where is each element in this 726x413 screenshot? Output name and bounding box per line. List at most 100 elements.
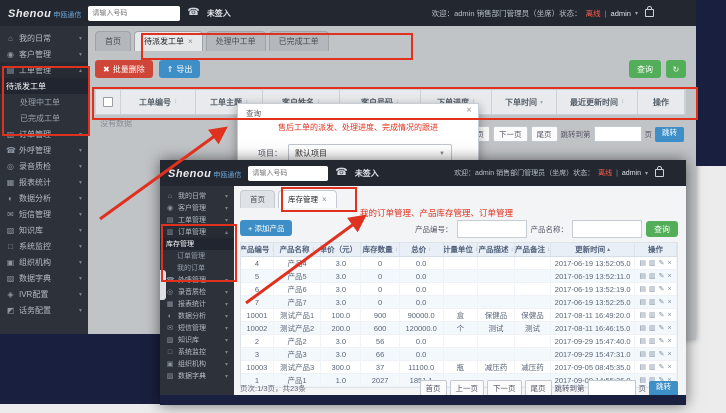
chevron-down-icon[interactable]: ▾	[635, 10, 638, 17]
lock-icon[interactable]	[645, 9, 654, 17]
edit-icon[interactable]: ✎	[659, 337, 665, 345]
delete-icon[interactable]: ×	[668, 325, 672, 332]
delete-icon[interactable]: ×	[668, 286, 672, 293]
sidebar-item-待派发工单[interactable]: 待派发工单	[0, 78, 88, 94]
sidebar-item-数据分析[interactable]: ◐数据分析▾	[0, 190, 88, 206]
sidebar-item-数据字典[interactable]: ▨数据字典▾	[0, 270, 88, 286]
batch-delete-button[interactable]: ✖批量删除	[95, 60, 153, 78]
view-icon[interactable]: ▤	[639, 363, 646, 371]
product-name-filter-input[interactable]	[572, 220, 642, 238]
view-icon[interactable]: ▤	[639, 272, 646, 280]
edit-icon[interactable]: ✎	[659, 324, 665, 332]
product-id-filter-input[interactable]	[457, 220, 527, 238]
sidebar-item-工单管理[interactable]: ▤工单管理▴	[0, 62, 88, 78]
view-icon[interactable]: ▤	[639, 337, 646, 345]
next-page-button[interactable]: 下一页	[493, 126, 528, 142]
delete-icon[interactable]: ×	[668, 299, 672, 306]
copy-icon[interactable]: ▥	[649, 298, 656, 306]
jump-button[interactable]: 跳转	[649, 381, 678, 396]
delete-icon[interactable]: ×	[668, 364, 672, 371]
copy-icon[interactable]: ▥	[649, 285, 656, 293]
sidebar-item-工单管理[interactable]: ▤工单管理▾	[160, 214, 234, 226]
sidebar-item-订单管理[interactable]: ▥订单管理▾	[0, 126, 88, 142]
copy-icon[interactable]: ▥	[649, 272, 656, 280]
sidebar-item-系统监控[interactable]: □系统监控▾	[160, 346, 234, 358]
column-header-下单时间[interactable]: 下单时间▾	[492, 90, 557, 114]
last-page-button[interactable]: 尾页	[531, 126, 558, 142]
sort-icon[interactable]: ↕	[621, 99, 624, 105]
sidebar-item-订单管理[interactable]: ▥订单管理▴	[160, 226, 234, 238]
edit-icon[interactable]: ✎	[659, 285, 665, 293]
sidebar-item-我的订单[interactable]: 我的订单	[160, 262, 234, 274]
sidebar-item-录音质检[interactable]: ◎录音质检▾	[0, 158, 88, 174]
column-header-操作[interactable]: 操作	[635, 243, 677, 256]
delete-icon[interactable]: ×	[668, 338, 672, 345]
add-product-button[interactable]: + 添加产品	[240, 220, 292, 236]
copy-icon[interactable]: ▥	[649, 337, 656, 345]
number-search-input[interactable]	[88, 6, 180, 21]
copy-icon[interactable]: ▥	[649, 259, 656, 267]
close-icon[interactable]: ×	[322, 195, 327, 204]
sidebar-item-客户管理[interactable]: ◉客户管理▾	[0, 46, 88, 62]
delete-icon[interactable]: ×	[668, 351, 672, 358]
close-icon[interactable]: ×	[188, 37, 193, 46]
sidebar-item-报表统计[interactable]: ▦报表统计▾	[0, 174, 88, 190]
view-icon[interactable]: ▤	[639, 298, 646, 306]
column-header-操作[interactable]: 操作	[638, 90, 685, 114]
phone-icon[interactable]: ☎	[187, 8, 199, 18]
column-header-更新时间[interactable]: 更新时间▴	[551, 243, 635, 256]
prev-page-button[interactable]: 上一页	[450, 380, 485, 396]
query-button[interactable]: 查询	[646, 221, 678, 237]
view-icon[interactable]: ▤	[639, 311, 646, 319]
phone-icon[interactable]: ☎	[335, 168, 347, 178]
sort-icon[interactable]: ▴	[607, 246, 610, 253]
view-icon[interactable]: ▤	[639, 324, 646, 332]
edit-icon[interactable]: ✎	[659, 350, 665, 358]
sidebar-item-我的日常[interactable]: ⌂我的日常▾	[160, 190, 234, 202]
sort-icon[interactable]: ↕	[312, 247, 315, 253]
select-all-checkbox[interactable]	[103, 97, 113, 107]
user-menu[interactable]: admin	[622, 170, 641, 177]
column-header-产品编号[interactable]: 产品编号↕	[241, 243, 274, 256]
sidebar-item-组织机构[interactable]: ▣组织机构▾	[0, 254, 88, 270]
next-page-button[interactable]: 下一页	[487, 380, 522, 396]
sidebar-item-客户管理[interactable]: ◉客户管理▾	[160, 202, 234, 214]
copy-icon[interactable]: ▥	[649, 350, 656, 358]
jump-button[interactable]: 跳转	[655, 127, 684, 142]
sidebar-item-话务配置[interactable]: ◩话务配置▾	[0, 302, 88, 318]
tab-库存管理[interactable]: 库存管理×	[278, 190, 337, 208]
chevron-down-icon[interactable]: ▾	[645, 170, 648, 177]
sidebar-item-系统监控[interactable]: □系统监控▾	[0, 238, 88, 254]
sidebar-collapse-handle[interactable]	[160, 270, 166, 300]
user-menu[interactable]: admin	[611, 9, 631, 18]
first-page-button[interactable]: 首页	[420, 380, 447, 396]
tab-首页[interactable]: 首页	[95, 31, 131, 51]
column-header-产品名称[interactable]: 产品名称↕	[274, 243, 321, 256]
sidebar-item-已完成工单[interactable]: 已完成工单	[0, 110, 88, 126]
sidebar-item-短信管理[interactable]: ✉短信管理▾	[160, 322, 234, 334]
query-button[interactable]: 查询	[629, 60, 661, 78]
column-header-最近更新时间[interactable]: 最近更新时间↕	[557, 90, 638, 114]
tab-首页[interactable]: 首页	[240, 190, 275, 208]
last-page-button[interactable]: 尾页	[525, 380, 552, 396]
sidebar-item-IVR配置[interactable]: ◈IVR配置▾	[0, 286, 88, 302]
sort-icon[interactable]: ↕	[547, 247, 550, 253]
sidebar-item-报表统计[interactable]: ▦报表统计▾	[160, 298, 234, 310]
copy-icon[interactable]: ▥	[649, 324, 656, 332]
sidebar-item-订单管理[interactable]: 订单管理	[160, 250, 234, 262]
tab-处理中工单[interactable]: 处理中工单	[206, 31, 266, 51]
sidebar-item-知识库[interactable]: ▧知识库▾	[160, 334, 234, 346]
sort-icon[interactable]: ↕	[510, 247, 513, 253]
edit-icon[interactable]: ✎	[659, 272, 665, 280]
column-header-计量单位[interactable]: 计量单位↕	[444, 243, 479, 256]
delete-icon[interactable]: ×	[668, 312, 672, 319]
lock-icon[interactable]	[655, 169, 664, 177]
jump-page-input[interactable]	[594, 126, 642, 142]
sidebar-item-处理中工单[interactable]: 处理中工单	[0, 94, 88, 110]
column-header-产品描述[interactable]: 产品描述↕	[478, 243, 515, 256]
sort-icon[interactable]: ▾	[540, 99, 543, 106]
sidebar-item-数据字典[interactable]: ▨数据字典▾	[160, 370, 234, 382]
delete-icon[interactable]: ×	[668, 260, 672, 267]
jump-page-input[interactable]	[588, 380, 636, 396]
sidebar-item-组织机构[interactable]: ▣组织机构▾	[160, 358, 234, 370]
